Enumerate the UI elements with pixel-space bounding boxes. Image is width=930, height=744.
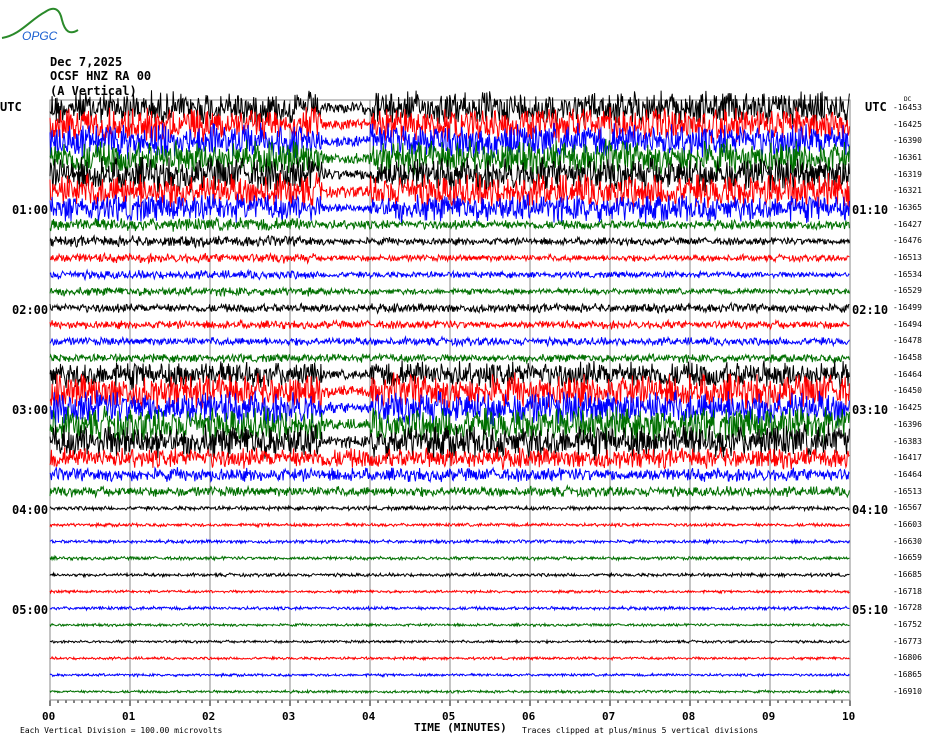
x-tick-label: 08 bbox=[682, 710, 696, 723]
scale-note: Each Vertical Division = 100.00 microvol… bbox=[20, 726, 223, 735]
left-time-label: 01:00 bbox=[12, 203, 49, 217]
dc-offset-label: -16773 bbox=[893, 636, 922, 646]
dc-offset-label: -16567 bbox=[893, 503, 922, 513]
dc-offset-label: -16453 bbox=[893, 103, 922, 112]
dc-offset-label: -16534 bbox=[893, 269, 922, 279]
right-time-label: 05:10 bbox=[852, 603, 889, 617]
x-axis-title: TIME (MINUTES) bbox=[414, 721, 507, 734]
helicorder-plot bbox=[49, 90, 851, 706]
dc-offset-label: -16417 bbox=[893, 453, 922, 463]
dc-offset-label: -16365 bbox=[893, 203, 922, 213]
right-time-label: 04:10 bbox=[852, 503, 889, 517]
dc-offset-label: -16685 bbox=[893, 569, 922, 579]
dc-offset-label: -16396 bbox=[893, 419, 922, 429]
dc-offset-label: -16458 bbox=[893, 353, 922, 363]
dc-offset-label: -16478 bbox=[893, 336, 922, 346]
dc-offset-label: -16513 bbox=[893, 486, 922, 496]
dc-offset-label: -16450 bbox=[893, 386, 922, 396]
dc-offset-label: -16464 bbox=[893, 469, 922, 479]
dc-offset-label: -16464 bbox=[893, 369, 922, 379]
right-time-label: 02:10 bbox=[852, 303, 889, 317]
x-tick-label: 06 bbox=[522, 710, 536, 723]
x-tick-label: 03 bbox=[282, 710, 296, 723]
dc-offset-label: -16529 bbox=[893, 286, 922, 296]
dc-offset-label: -16425 bbox=[893, 403, 922, 413]
dc-offset-label: -16806 bbox=[893, 653, 922, 663]
dc-offset-label: -16910 bbox=[893, 686, 922, 696]
dc-offset-label: -16390 bbox=[893, 136, 922, 146]
clip-note: Traces clipped at plus/minus 5 vertical … bbox=[522, 726, 759, 735]
dc-offset-label: -16752 bbox=[893, 619, 922, 629]
dc-offset-label: -16603 bbox=[893, 519, 922, 529]
x-tick-label: 02 bbox=[202, 710, 216, 723]
left-time-label: 03:00 bbox=[12, 403, 49, 417]
x-tick-label: 04 bbox=[362, 710, 376, 723]
dc-offset-label: -16494 bbox=[893, 319, 922, 329]
dc-offset-label: -16718 bbox=[893, 586, 922, 596]
left-time-label: 05:00 bbox=[12, 603, 49, 617]
dc-offset-label: -16659 bbox=[893, 553, 922, 563]
x-tick-label: 09 bbox=[762, 710, 776, 723]
right-time-label: 01:10 bbox=[852, 203, 889, 217]
dc-offset-label: -16319 bbox=[893, 169, 922, 179]
dc-offset-label: -16630 bbox=[893, 536, 922, 546]
x-tick-label: 00 bbox=[42, 710, 56, 723]
dc-offset-label: -16513 bbox=[893, 253, 922, 263]
dc-offset-label: -16476 bbox=[893, 236, 922, 246]
left-time-label: 04:00 bbox=[12, 503, 49, 517]
left-time-label: 02:00 bbox=[12, 303, 49, 317]
dc-offset-label: -16728 bbox=[893, 603, 922, 613]
dc-offset-label: -16499 bbox=[893, 303, 922, 313]
dc-offset-label: -16383 bbox=[893, 436, 922, 446]
x-tick-label: 07 bbox=[602, 710, 616, 723]
dc-offset-label: -16321 bbox=[893, 186, 922, 196]
right-time-label: 03:10 bbox=[852, 403, 889, 417]
x-tick-label: 01 bbox=[122, 710, 136, 723]
dc-offset-label: -16865 bbox=[893, 669, 922, 679]
x-tick-label: 10 bbox=[842, 710, 856, 723]
dc-offset-label: -16425 bbox=[893, 119, 922, 129]
dc-offset-label: -16361 bbox=[893, 153, 922, 163]
dc-offset-label: -16427 bbox=[893, 219, 922, 229]
